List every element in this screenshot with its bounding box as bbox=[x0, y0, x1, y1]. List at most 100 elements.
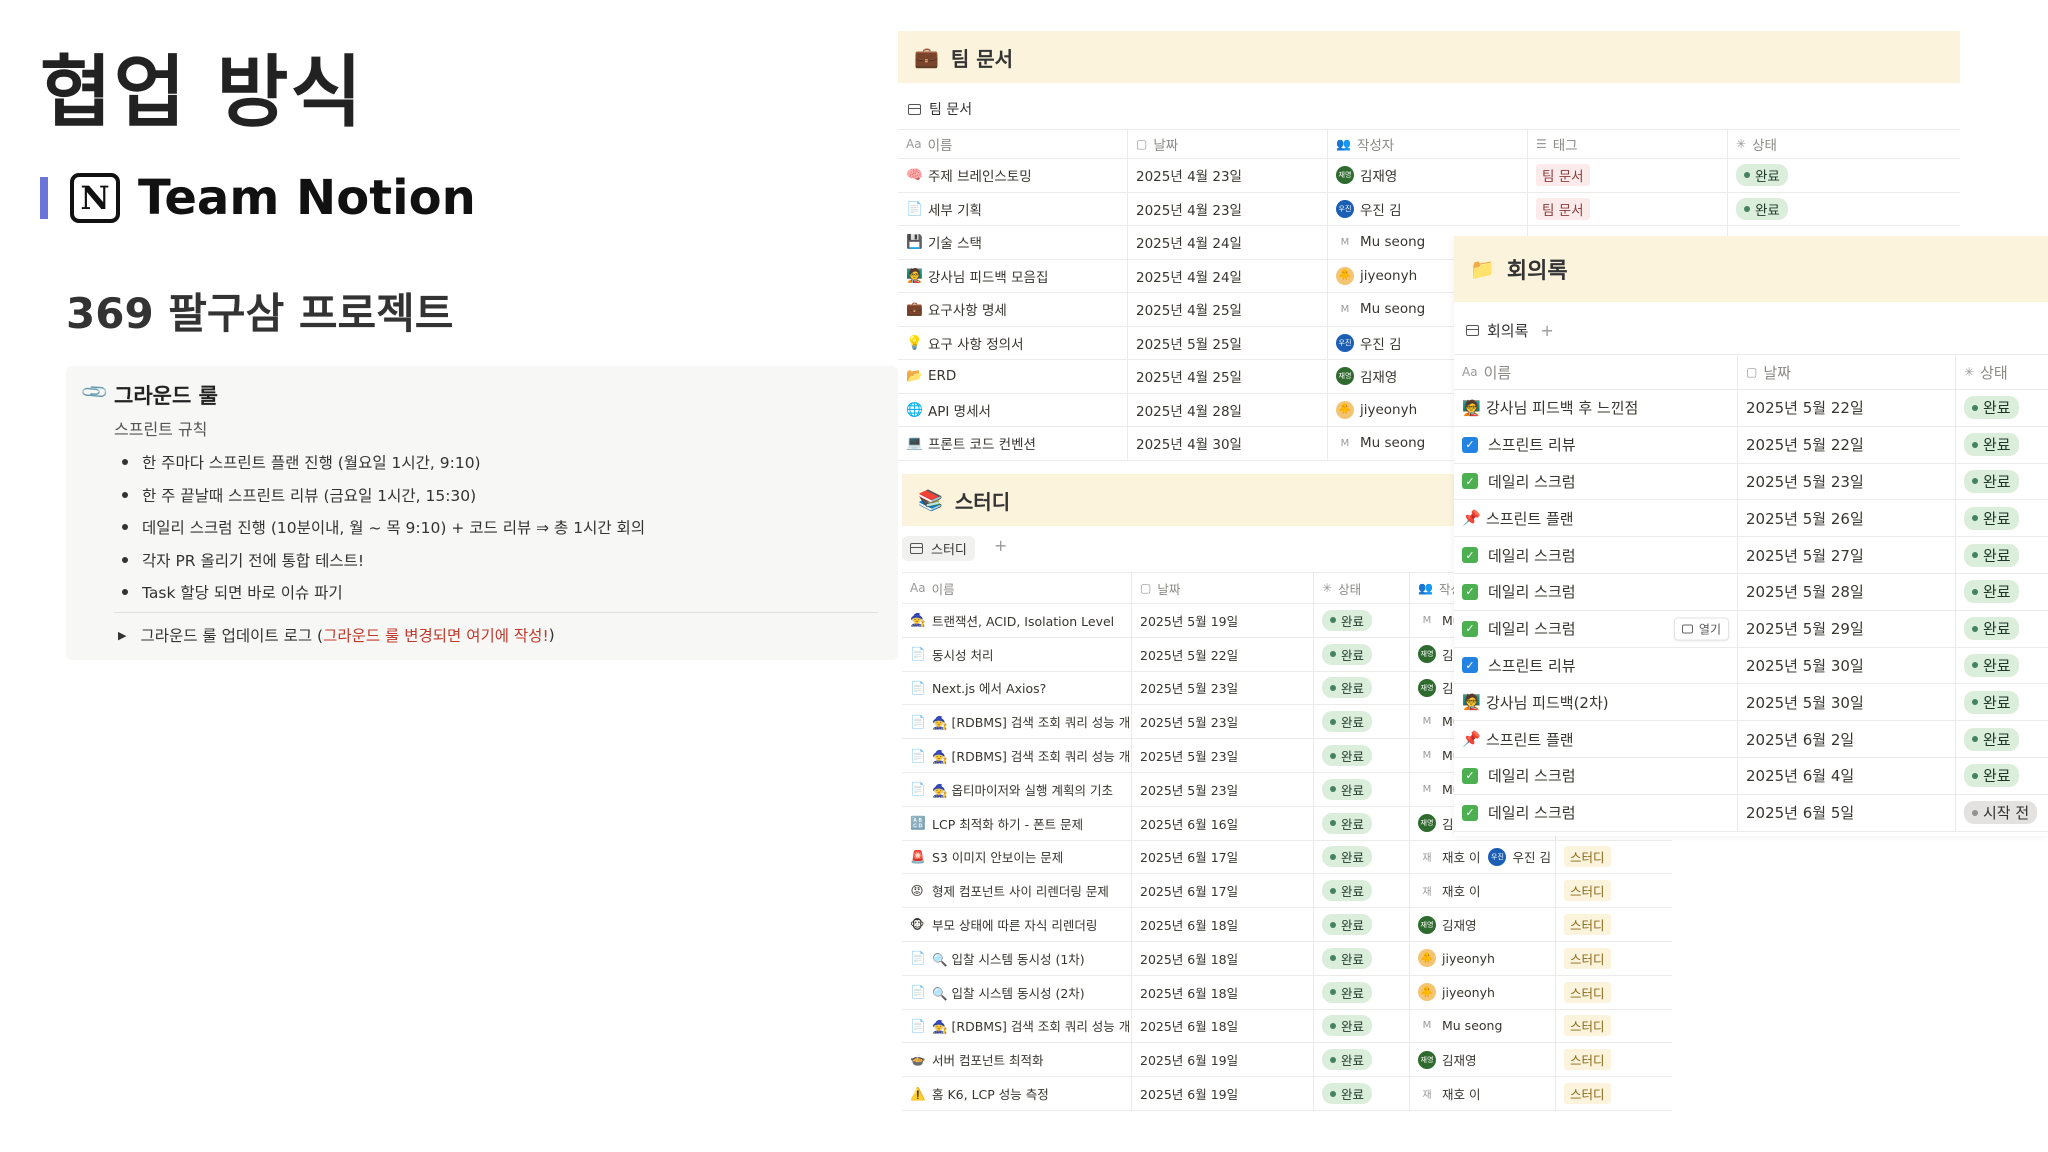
table-row[interactable]: ✓ 데일리 스크럼 2025년 5월 23일 완료 bbox=[1454, 463, 2048, 501]
row-title[interactable]: 동시성 처리 bbox=[932, 645, 993, 664]
column-header[interactable]: ▢ 날짜 bbox=[1132, 573, 1314, 603]
row-name-cell[interactable]: 🧑‍🏫 강사님 피드백 모음집 bbox=[898, 259, 1128, 292]
row-title[interactable]: 데일리 스크럼 bbox=[1488, 581, 1576, 602]
open-button[interactable]: 열기 bbox=[1673, 617, 1729, 641]
table-row[interactable]: 📌 스프린트 플랜 2025년 6월 2일 완료 bbox=[1454, 721, 2048, 758]
row-title[interactable]: 🔍 입찰 시스템 동시성 (2차) bbox=[932, 983, 1085, 1002]
table-row[interactable]: 📄 세부 기획 2025년 4월 23일 우진 우진 김 팀 문서 완료 bbox=[898, 192, 1960, 226]
row-name-cell[interactable]: ✓ 스프린트 리뷰 bbox=[1454, 426, 1738, 463]
row-title[interactable]: 요구사항 명세 bbox=[928, 299, 1007, 319]
column-header[interactable]: ✳ 상태 bbox=[1728, 130, 1960, 158]
row-name-cell[interactable]: 📌 스프린트 플랜 bbox=[1454, 721, 1738, 757]
row-title[interactable]: ERD bbox=[928, 368, 956, 384]
row-name-cell[interactable]: 🧑‍🏫 강사님 피드백 후 느낀점 bbox=[1454, 390, 1738, 426]
row-name-cell[interactable]: ✓ 데일리 스크럼 bbox=[1454, 794, 1738, 831]
update-log-toggle[interactable]: ▶ 그라운드 룰 업데이트 로그 (그라운드 룰 변경되면 여기에 작성!) bbox=[118, 624, 555, 646]
row-title[interactable]: 요구 사항 정의서 bbox=[928, 333, 1024, 353]
row-title[interactable]: 강사님 피드백 모음집 bbox=[928, 266, 1048, 286]
column-header[interactable]: ▢ 날짜 bbox=[1738, 355, 1956, 389]
row-name-cell[interactable]: 💼 요구사항 명세 bbox=[898, 293, 1128, 326]
row-name-cell[interactable]: ✓ 데일리 스크럼 bbox=[1454, 537, 1738, 573]
row-title[interactable]: Next.js 에서 Axios? bbox=[932, 678, 1046, 697]
table-row[interactable]: 🧠 주제 브레인스토밍 2025년 4월 23일 재영 김재영 팀 문서 완료 bbox=[898, 159, 1960, 193]
table-row[interactable]: ✓ 데일리 스크럼 열기 2025년 5월 29일 완료 bbox=[1454, 610, 2048, 648]
row-name-cell[interactable]: 📄 동시성 처리 bbox=[902, 637, 1132, 671]
row-title[interactable]: 홈 K6, LCP 성능 측정 bbox=[932, 1084, 1049, 1103]
add-view-button[interactable]: + bbox=[982, 536, 1007, 555]
row-name-cell[interactable]: ✓ 스프린트 리뷰 bbox=[1454, 647, 1738, 684]
column-header[interactable]: Aa 이름 bbox=[898, 130, 1128, 158]
row-name-cell[interactable]: ⚠️ 홈 K6, LCP 성능 측정 bbox=[902, 1077, 1132, 1110]
table-row[interactable]: 📄 🔍 입찰 시스템 동시성 (2차) 2025년 6월 18일 완료 🐥 jiyeony… bbox=[902, 975, 1672, 1010]
row-name-cell[interactable]: 🧙 트랜잭션, ACID, Isolation Level bbox=[902, 604, 1132, 637]
table-row[interactable]: 🧑‍🏫 강사님 피드백 후 느낀점 2025년 5월 22일 완료 bbox=[1454, 390, 2048, 427]
row-title[interactable]: 세부 기획 bbox=[928, 199, 982, 219]
row-name-cell[interactable]: 📄 🧙 [RDBMS] 검색 조회 쿼리 성능 개선 bbox=[902, 705, 1132, 739]
row-title[interactable]: 부모 상태에 따른 자식 리렌더링 bbox=[932, 915, 1097, 934]
row-title[interactable]: 스프린트 리뷰 bbox=[1488, 434, 1576, 455]
row-name-cell[interactable]: 💻 프론트 코드 컨벤션 bbox=[898, 427, 1128, 460]
table-row[interactable]: ⚠️ 홈 K6, LCP 성능 측정 2025년 6월 19일 완료 재 재호 이 스터디 bbox=[902, 1077, 1672, 1111]
row-title[interactable]: 🔍 입찰 시스템 동시성 (1차) bbox=[932, 949, 1085, 968]
column-header[interactable]: ✳ 상태 bbox=[1314, 573, 1410, 603]
row-name-cell[interactable]: ✓ 데일리 스크럼 bbox=[1454, 757, 1738, 794]
toggle-triangle-icon[interactable]: ▶ bbox=[118, 629, 126, 642]
row-name-cell[interactable]: 📄 세부 기획 bbox=[898, 192, 1128, 225]
row-name-cell[interactable]: ✓ 데일리 스크럼 열기 bbox=[1454, 610, 1738, 647]
row-title[interactable]: 프론트 코드 컨벤션 bbox=[928, 433, 1036, 453]
row-title[interactable]: API 명세서 bbox=[928, 400, 991, 420]
row-name-cell[interactable]: 🧠 주제 브레인스토밍 bbox=[898, 159, 1128, 192]
table-row[interactable]: ✓ 스프린트 리뷰 2025년 5월 22일 완료 bbox=[1454, 426, 2048, 464]
row-title[interactable]: 스프린트 리뷰 bbox=[1488, 655, 1576, 676]
row-name-cell[interactable]: 💾 기술 스택 bbox=[898, 226, 1128, 259]
row-name-cell[interactable]: ✓ 데일리 스크럼 bbox=[1454, 463, 1738, 500]
table-row[interactable]: ✓ 데일리 스크럼 2025년 6월 4일 완료 bbox=[1454, 757, 2048, 795]
table-row[interactable]: 📄 🔍 입찰 시스템 동시성 (1차) 2025년 6월 18일 완료 🐥 jiyeony… bbox=[902, 941, 1672, 976]
column-header[interactable]: Aa 이름 bbox=[902, 573, 1132, 603]
row-title[interactable]: 데일리 스크럼 bbox=[1488, 471, 1576, 492]
row-title[interactable]: 서버 컴포넌트 최적화 bbox=[932, 1050, 1043, 1069]
row-name-cell[interactable]: 🐵 부모 상태에 따른 자식 리렌더링 bbox=[902, 908, 1132, 941]
row-name-cell[interactable]: 😡 형제 컴포넌트 사이 리렌더링 문제 bbox=[902, 874, 1132, 908]
tab-team-docs-table[interactable]: 팀 문서 bbox=[908, 99, 972, 119]
row-title[interactable]: 트랜잭션, ACID, Isolation Level bbox=[932, 611, 1114, 630]
column-header[interactable]: 👥 작성자 bbox=[1328, 130, 1528, 158]
row-title[interactable]: 스프린트 플랜 bbox=[1486, 729, 1574, 750]
tab-meeting-notes-table[interactable]: 회의록 + bbox=[1466, 320, 1554, 341]
table-row[interactable]: 😡 형제 컴포넌트 사이 리렌더링 문제 2025년 6월 17일 완료 재 재호 이 스터… bbox=[902, 874, 1672, 909]
row-name-cell[interactable]: 🧑‍🏫 강사님 피드백(2차) bbox=[1454, 684, 1738, 721]
table-row[interactable]: ✓ 스프린트 리뷰 2025년 5월 30일 완료 bbox=[1454, 647, 2048, 685]
column-header[interactable]: ▢ 날짜 bbox=[1128, 130, 1328, 158]
column-header[interactable]: ✳ 상태 bbox=[1956, 355, 2048, 389]
row-name-cell[interactable]: ✓ 데일리 스크럼 bbox=[1454, 573, 1738, 610]
column-header[interactable]: ☰ 태그 bbox=[1528, 130, 1728, 158]
plus-icon[interactable]: + bbox=[994, 536, 1007, 555]
table-row[interactable]: 🍲 서버 컴포넌트 최적화 2025년 6월 19일 완료 재영 김재영 스터디 bbox=[902, 1043, 1672, 1078]
row-name-cell[interactable]: 📄 🧙 옵티마이저와 실행 계획의 기초 bbox=[902, 772, 1132, 806]
table-row[interactable]: 📌 스프린트 플랜 2025년 5월 26일 완료 bbox=[1454, 500, 2048, 538]
row-name-cell[interactable]: 🚨 S3 이미지 안보이는 문제 bbox=[902, 840, 1132, 874]
row-title[interactable]: 형제 컴포넌트 사이 리렌더링 문제 bbox=[932, 881, 1109, 900]
row-title[interactable]: 🧙 [RDBMS] 검색 조회 쿼리 성능 개선 bbox=[932, 712, 1131, 731]
table-row[interactable]: ✓ 데일리 스크럼 2025년 6월 5일 시작 전 bbox=[1454, 794, 2048, 832]
row-title[interactable]: 🧙 [RDBMS] 검색 조회 쿼리 성능 개선 bbox=[932, 746, 1131, 765]
row-name-cell[interactable]: 📄 Next.js 에서 Axios? bbox=[902, 671, 1132, 705]
row-title[interactable]: 강사님 피드백(2차) bbox=[1486, 692, 1609, 713]
row-title[interactable]: 데일리 스크럼 bbox=[1488, 765, 1576, 786]
column-header[interactable]: Aa 이름 bbox=[1454, 355, 1738, 389]
table-row[interactable]: ✓ 데일리 스크럼 2025년 5월 27일 완료 bbox=[1454, 537, 2048, 574]
row-title[interactable]: LCP 최적화 하기 - 폰트 문제 bbox=[932, 814, 1083, 833]
row-title[interactable]: 데일리 스크럼 bbox=[1488, 545, 1576, 566]
row-name-cell[interactable]: 🔠 LCP 최적화 하기 - 폰트 문제 bbox=[902, 806, 1132, 840]
table-row[interactable]: 🐵 부모 상태에 따른 자식 리렌더링 2025년 6월 18일 완료 재영 김재영 스터디 bbox=[902, 908, 1672, 942]
row-name-cell[interactable]: 📄 🔍 입찰 시스템 동시성 (2차) bbox=[902, 975, 1132, 1009]
row-title[interactable]: S3 이미지 안보이는 문제 bbox=[932, 847, 1063, 866]
row-name-cell[interactable]: 📄 🧙 [RDBMS] 검색 조회 쿼리 성능 개선 bbox=[902, 739, 1132, 772]
table-row[interactable]: 🚨 S3 이미지 안보이는 문제 2025년 6월 17일 완료 재 재호 이 우진 우진 김… bbox=[902, 840, 1672, 875]
row-name-cell[interactable]: 📄 🔍 입찰 시스템 동시성 (1차) bbox=[902, 941, 1132, 975]
row-name-cell[interactable]: 📄 🧙 [RDBMS] 검색 조회 쿼리 성능 개선 bbox=[902, 1009, 1132, 1043]
row-title[interactable]: 기술 스택 bbox=[928, 232, 982, 252]
row-title[interactable]: 주제 브레인스토밍 bbox=[928, 165, 1032, 185]
row-name-cell[interactable]: 📂 ERD bbox=[898, 360, 1128, 393]
row-name-cell[interactable]: 🌐 API 명세서 bbox=[898, 393, 1128, 426]
